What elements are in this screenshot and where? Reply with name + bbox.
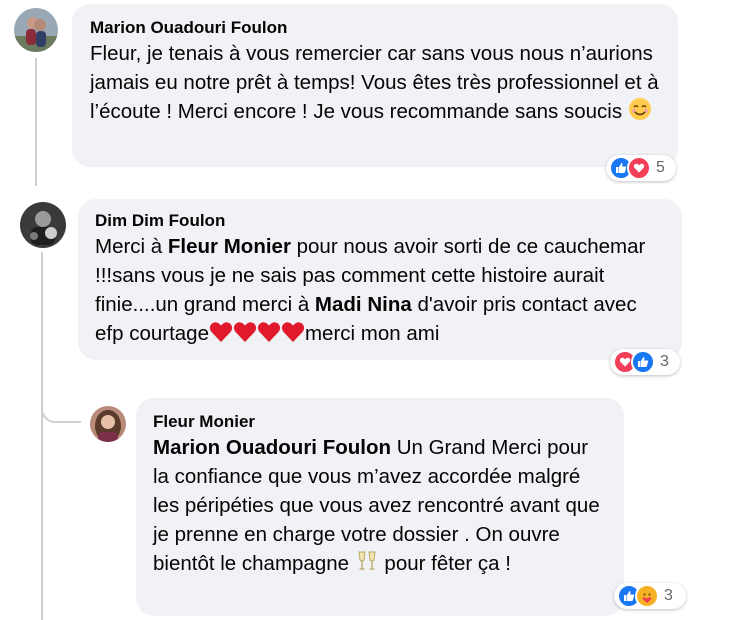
mention-link[interactable]: Fleur Monier <box>168 235 291 258</box>
red-heart-icon <box>209 321 233 351</box>
comment-text: Fleur, je tenais à vous remercier car sa… <box>90 39 660 129</box>
mention-link[interactable]: Madi Nina <box>315 293 412 316</box>
comment-bubble: Dim Dim Foulon Merci à Fleur Monier pour… <box>78 199 682 360</box>
comment-bubble: Fleur Monier Marion Ouadouri Foulon Un G… <box>136 398 624 616</box>
avatar[interactable] <box>14 8 58 52</box>
comment-author[interactable]: Marion Ouadouri Foulon <box>90 17 660 39</box>
love-icon <box>627 156 651 180</box>
clinking-glasses-icon <box>355 549 379 581</box>
mention-link[interactable]: Marion Ouadouri Foulon <box>153 436 391 459</box>
reaction-count: 3 <box>660 353 669 370</box>
reaction-summary[interactable]: 5 <box>606 155 676 181</box>
like-icon <box>631 350 655 374</box>
comment-bubble: Marion Ouadouri Foulon Fleur, je tenais … <box>72 4 678 167</box>
smiling-face-icon <box>628 97 652 129</box>
red-heart-icon <box>257 321 281 351</box>
avatar[interactable] <box>90 406 126 442</box>
reaction-count: 3 <box>664 587 673 604</box>
reaction-summary[interactable]: 3 <box>610 349 680 375</box>
care-icon <box>635 584 659 608</box>
comment-author[interactable]: Dim Dim Foulon <box>95 210 665 232</box>
comment-author[interactable]: Fleur Monier <box>153 411 607 433</box>
comment-text: Merci à Fleur Monier pour nous avoir sor… <box>95 232 665 351</box>
comment-text: Marion Ouadouri Foulon Un Grand Merci po… <box>153 433 607 581</box>
red-heart-icon <box>233 321 257 351</box>
thread-line <box>35 58 37 186</box>
red-heart-icon <box>281 321 305 351</box>
thread-line <box>41 252 43 620</box>
thread-connector <box>41 395 81 423</box>
reaction-count: 5 <box>656 159 665 176</box>
avatar[interactable] <box>20 202 66 248</box>
reaction-summary[interactable]: 3 <box>614 583 686 609</box>
